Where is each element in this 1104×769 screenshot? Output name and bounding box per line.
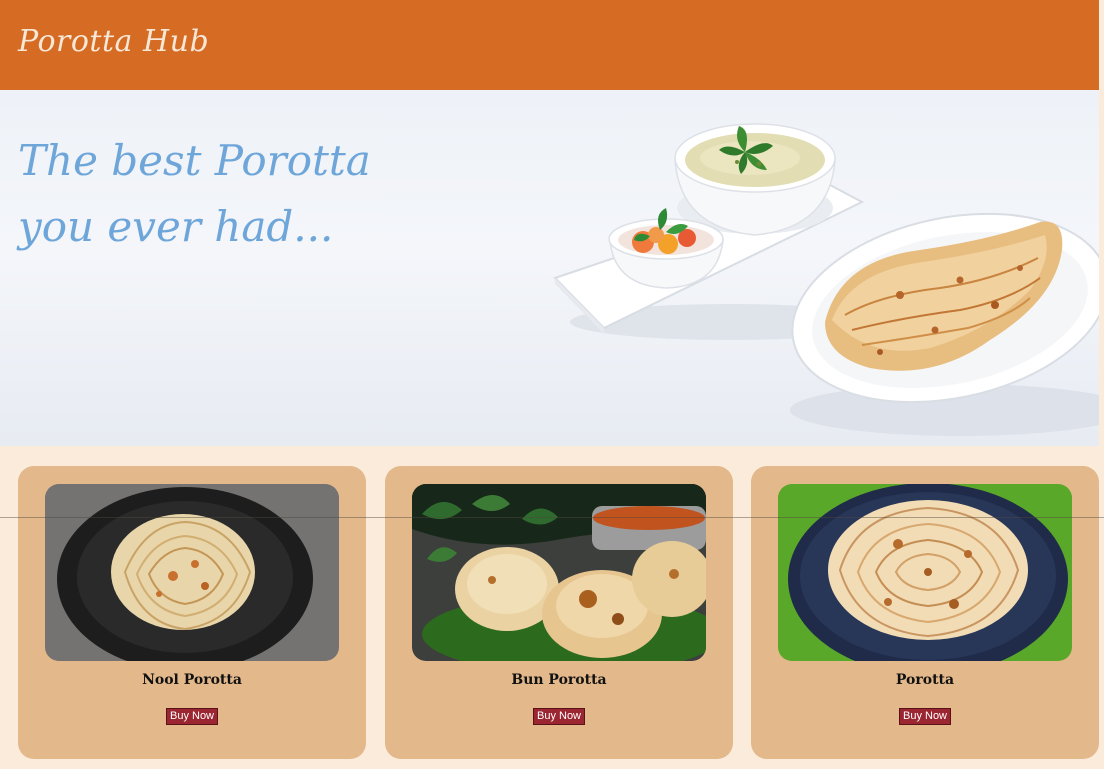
buy-now-button[interactable]: Buy Now — [899, 708, 951, 725]
horizontal-guide-line — [0, 517, 1104, 518]
buy-now-button[interactable]: Buy Now — [166, 708, 218, 725]
product-image[interactable] — [45, 484, 339, 661]
product-name: Nool Porotta — [142, 672, 242, 688]
hero-headline-line-2: you ever had... — [18, 202, 334, 251]
product-card: Nool Porotta Buy Now — [18, 466, 366, 759]
product-name: Bun Porotta — [511, 672, 607, 688]
product-card: Porotta Buy Now — [751, 466, 1099, 759]
hero-food-image — [553, 123, 1099, 436]
bun-porotta-photo — [412, 484, 706, 661]
product-card: Bun Porotta Buy Now — [385, 466, 733, 759]
brand-logo-text[interactable]: Porotta Hub — [18, 24, 209, 59]
nool-porotta-photo — [45, 484, 339, 661]
product-image[interactable] — [778, 484, 1072, 661]
product-name: Porotta — [895, 672, 955, 688]
hero-banner: The best Porotta you ever had... — [0, 90, 1099, 446]
porotta-photo — [778, 484, 1072, 661]
buy-now-button[interactable]: Buy Now — [533, 708, 585, 725]
product-image[interactable] — [412, 484, 706, 661]
hero-headline-line-1: The best Porotta — [18, 136, 371, 185]
site-header: Porotta Hub — [0, 0, 1099, 90]
